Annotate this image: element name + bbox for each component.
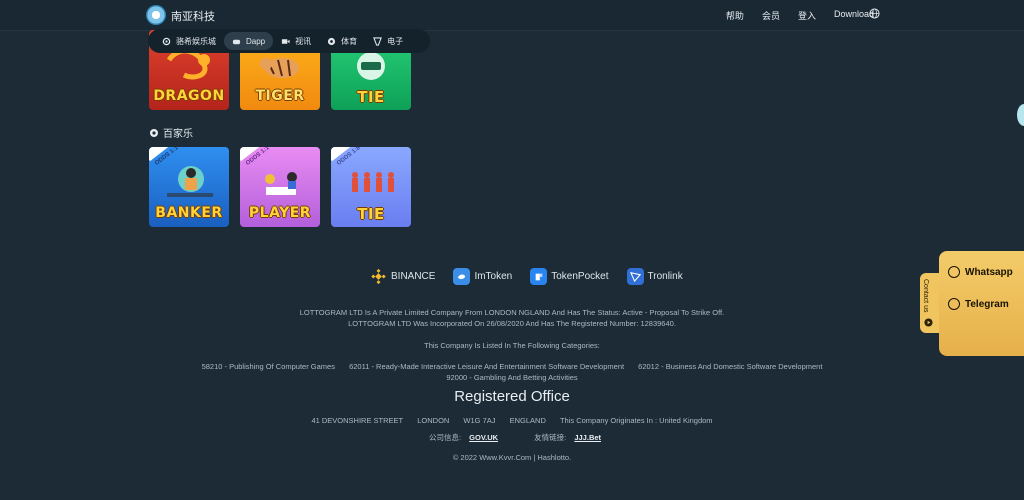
game-word: PLAYER — [248, 205, 312, 221]
category-item: 58210 - Publishing Of Computer Games — [201, 362, 335, 371]
arrow-right-icon — [924, 318, 933, 327]
wallet-tronlink[interactable]: Tronlink — [626, 268, 683, 285]
address-city: LONDON — [417, 416, 450, 425]
address-origin: This Company Originates In : United King… — [559, 416, 713, 425]
game-word: DRAGON — [153, 88, 225, 104]
game-word: BANKER — [155, 205, 223, 221]
friend-link-group: 友情链接: JJJ.Bet — [534, 433, 602, 442]
wallet-partners: BINANCE ImToken TokenPocket Tronlink — [370, 268, 701, 285]
nav-download[interactable]: Download — [834, 9, 874, 22]
telegram-icon — [948, 298, 960, 310]
categories-heading: This Company Is Listed In The Following … — [424, 341, 600, 350]
top-nav: 帮助 会员 登入 Download — [708, 9, 874, 22]
whatsapp-icon — [948, 266, 960, 278]
ball-icon — [150, 128, 158, 137]
tab-slots[interactable]: 电子 — [365, 32, 411, 50]
address-street: 41 DEVONSHIRE STREET — [311, 416, 404, 425]
gamepad-icon — [232, 39, 241, 44]
binance-icon — [371, 268, 386, 285]
wallet-binance[interactable]: BINANCE — [370, 268, 435, 285]
brand-name[interactable]: 南亚科技 — [171, 8, 215, 24]
copyright: © 2022 Www.Kvvr.Com | Hashlotto. — [452, 453, 572, 462]
category-item-gambling: 92000 - Gambling And Betting Activities — [446, 373, 578, 382]
section-title-baccarat: 百家乐 — [149, 125, 193, 140]
company-status-line: LOTTOGRAM LTD Is A Private Limited Compa… — [299, 308, 725, 317]
category-list: 58210 - Publishing Of Computer Games 620… — [0, 362, 1024, 371]
office-address: 41 DEVONSHIRE STREET LONDON W1G 7AJ ENGL… — [0, 416, 1024, 425]
floating-bubble-icon[interactable] — [1017, 104, 1024, 126]
game-word: TIE — [357, 88, 385, 106]
company-info-group: 公司信息: GOV.UK — [428, 433, 499, 442]
address-postcode: W1G 7AJ — [463, 416, 496, 425]
tronlink-icon — [626, 268, 644, 285]
slot-icon — [373, 36, 383, 46]
game-tile-tie-baccarat[interactable]: ODDS 1:8 TIE — [331, 147, 411, 227]
links-row: 公司信息: GOV.UK 友情链接: JJJ.Bet — [0, 432, 1024, 443]
game-word: TIE — [357, 205, 385, 223]
gear-icon — [162, 37, 171, 45]
telegram-button[interactable]: Telegram — [948, 298, 1009, 310]
tab-sports[interactable]: 体育 — [319, 32, 365, 50]
game-tile-banker[interactable]: ODDS 1:1 BANKER — [149, 147, 229, 227]
contact-us-tab[interactable]: Contact us — [920, 273, 940, 333]
wallet-imtoken[interactable]: ImToken — [453, 268, 512, 285]
tokenpocket-icon — [530, 268, 548, 285]
category-item: 62012 - Business And Domestic Software D… — [638, 362, 823, 371]
jjj-bet-link[interactable]: JJJ.Bet — [574, 433, 601, 442]
imtoken-icon — [453, 268, 471, 285]
address-country: ENGLAND — [509, 416, 546, 425]
video-icon — [282, 38, 290, 44]
brand-logo-icon[interactable] — [146, 5, 166, 25]
tab-video[interactable]: 视讯 — [273, 32, 319, 50]
nav-help[interactable]: 帮助 — [726, 9, 744, 22]
whatsapp-button[interactable]: Whatsapp — [948, 266, 1013, 278]
company-incorporation-line: LOTTOGRAM LTD Was Incorporated On 26/08/… — [348, 319, 676, 328]
gov-uk-link[interactable]: GOV.UK — [469, 433, 498, 442]
category-bar: 骆希娱乐城 Dapp 视讯 体育 电子 — [148, 29, 430, 53]
registered-office-title: Registered Office — [454, 388, 570, 405]
ball-icon — [328, 37, 336, 45]
nav-login[interactable]: 登入 — [798, 9, 816, 22]
tab-casino[interactable]: 骆希娱乐城 — [154, 32, 224, 50]
top-header: 南亚科技 帮助 会员 登入 Download — [0, 0, 1024, 31]
globe-icon[interactable] — [869, 8, 880, 19]
tab-dapp[interactable]: Dapp — [224, 32, 274, 50]
game-tile-player[interactable]: ODDS 1:1 PLAYER — [240, 147, 320, 227]
wallet-tokenpocket[interactable]: TokenPocket — [530, 268, 609, 285]
nav-member[interactable]: 会员 — [762, 9, 780, 22]
category-item: 62011 - Ready-Made Interactive Leisure A… — [349, 362, 625, 371]
game-word: TIGER — [255, 88, 305, 104]
